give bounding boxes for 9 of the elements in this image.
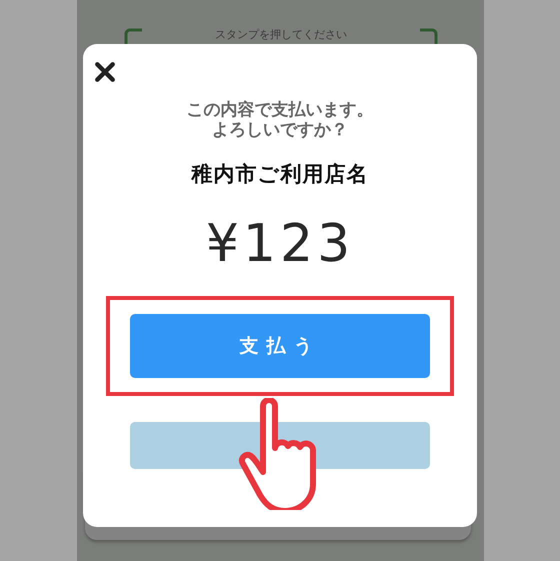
corner-bracket-icon — [123, 28, 143, 44]
confirm-message: よろしいですか？ — [212, 120, 348, 140]
confirm-message: この内容で支払います。 — [186, 100, 374, 120]
close-button[interactable] — [93, 60, 117, 84]
store-name: 稚内市ご利用店名 — [192, 161, 368, 188]
payment-amount: ¥123 — [206, 214, 354, 274]
stamp-prompt: スタンプを押してください — [215, 28, 347, 41]
pay-button[interactable]: 支払う — [130, 314, 430, 378]
corner-bracket-icon — [419, 28, 439, 44]
